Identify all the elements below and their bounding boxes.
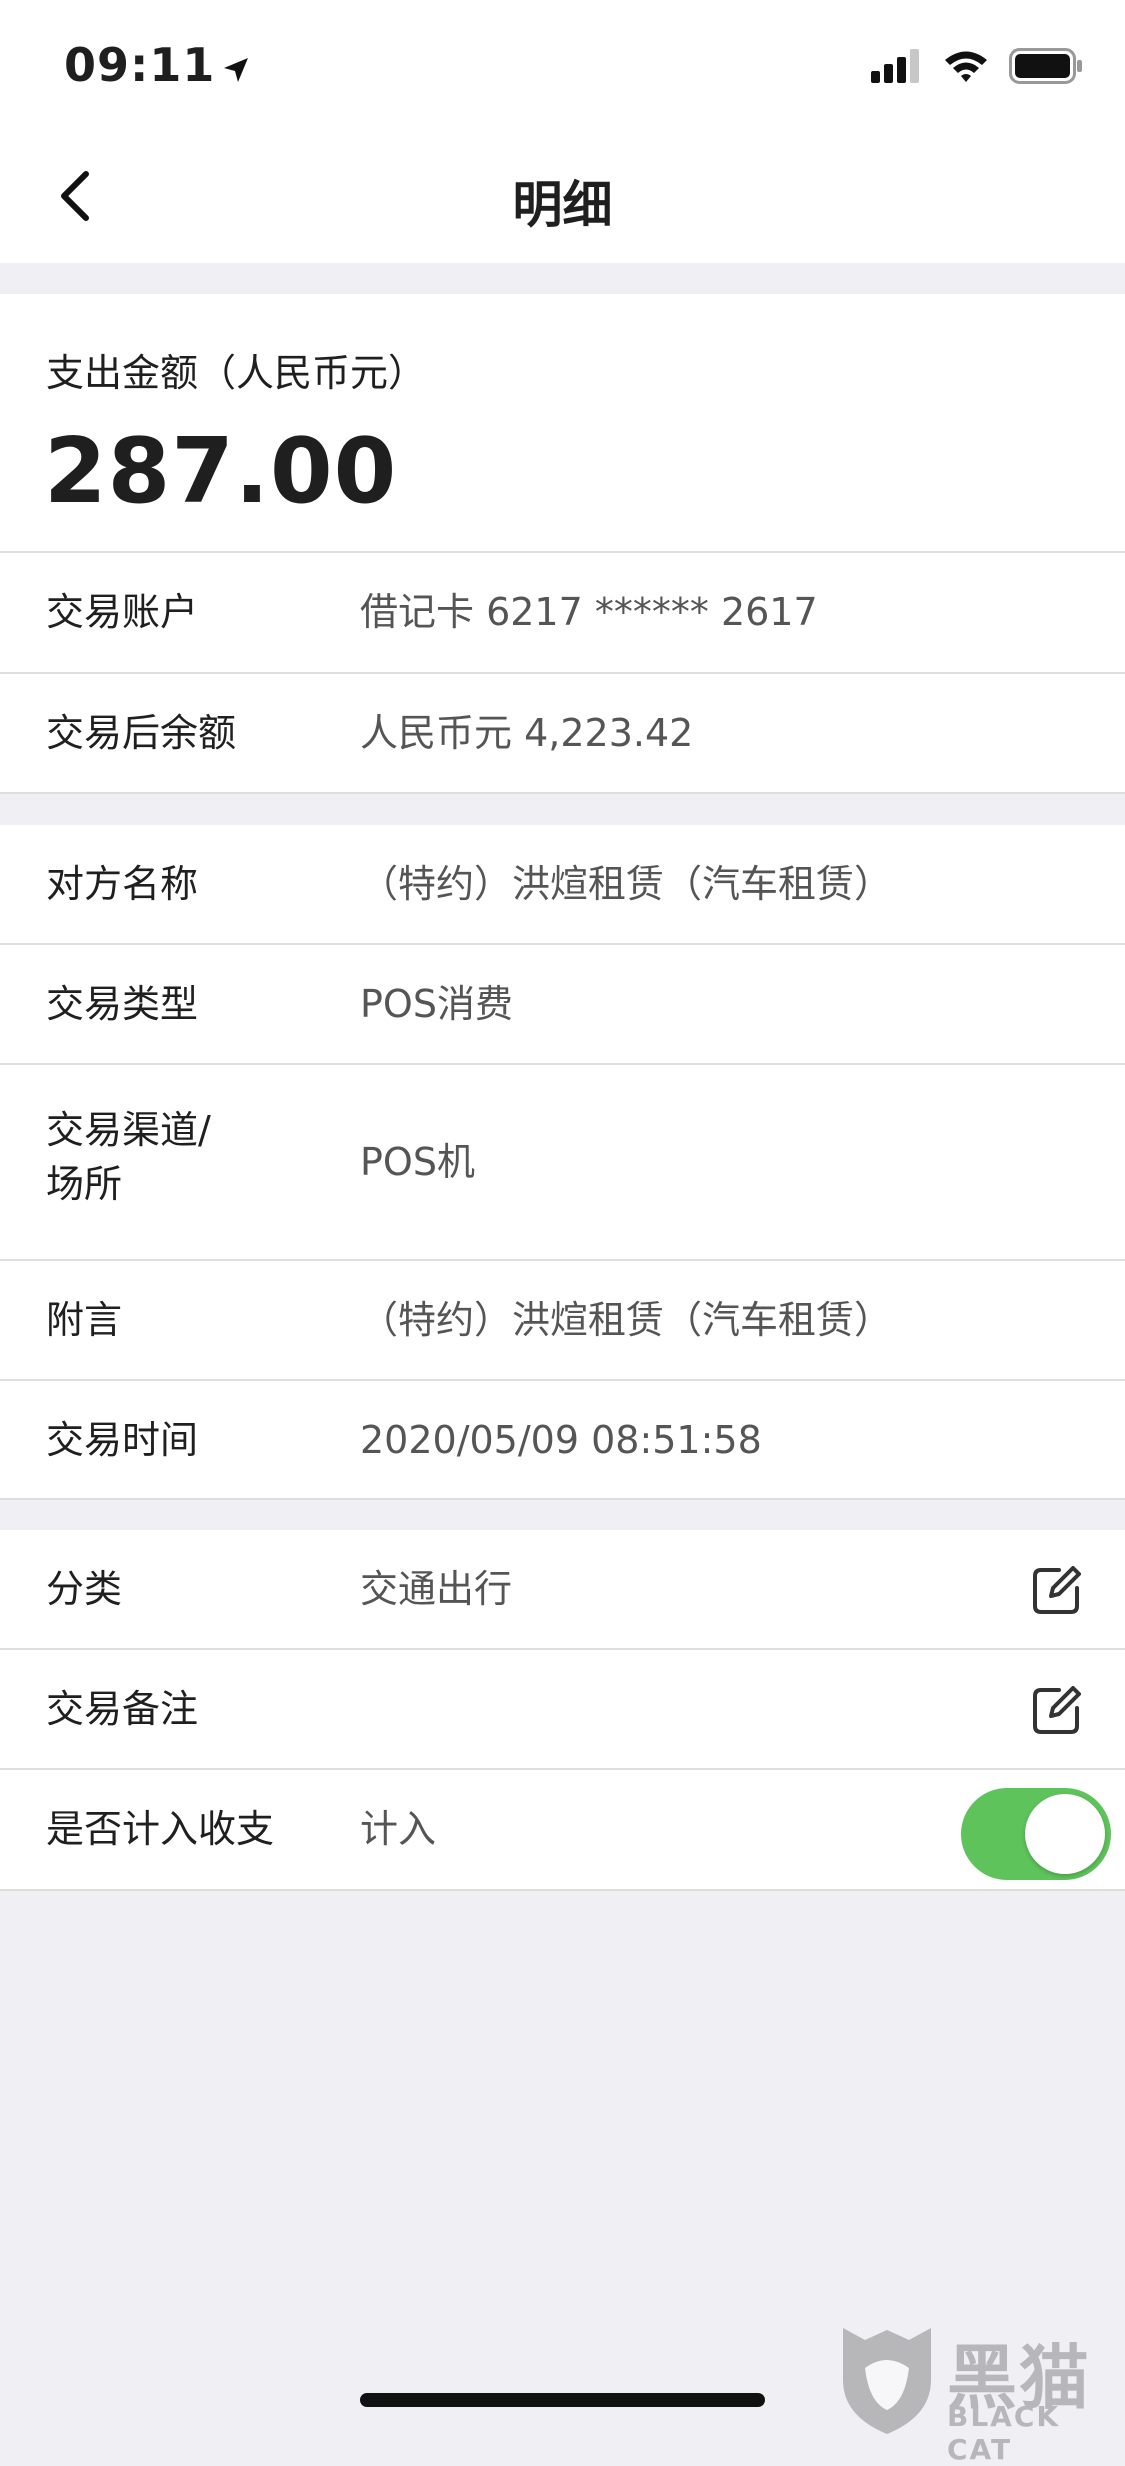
account-row: 交易账户 借记卡 6217 ****** 2617 (0, 553, 1125, 674)
row-value: 人民币元 4,223.42 (360, 711, 694, 755)
row-label: 交易渠道/ (46, 1108, 211, 1152)
row-value: 借记卡 6217 ****** 2617 (360, 590, 818, 634)
note-row[interactable]: 交易备注 (0, 1650, 1125, 1770)
page-title: 明细 (512, 176, 613, 234)
amount-row: 支出金额（人民币元） 287.00 (0, 294, 1125, 553)
amount-label: 支出金额（人民币元） (46, 351, 427, 395)
row-value: 计入 (360, 1807, 437, 1851)
row-label: 交易时间 (46, 1418, 199, 1462)
row-label: 交易备注 (46, 1687, 199, 1731)
status-icons (871, 48, 1083, 88)
memo-row: 附言 （特约）洪煊租赁（汽车租赁） (0, 1261, 1125, 1381)
row-label: 交易类型 (46, 982, 199, 1026)
category-section: 分类 交通出行 交易备注 是否计入收支 计入 (0, 1530, 1125, 1891)
row-label-line2: 场所 (46, 1162, 123, 1206)
toggle-knob (1025, 1794, 1105, 1874)
row-label: 对方名称 (46, 862, 199, 906)
row-value: （特约）洪煊租赁（汽车租赁） (360, 862, 893, 906)
edit-icon[interactable] (1029, 1562, 1085, 1618)
status-time: 09:11 (64, 38, 251, 96)
row-value: 交通出行 (360, 1567, 513, 1611)
amount-section: 支出金额（人民币元） 287.00 交易账户 借记卡 6217 ****** 2… (0, 294, 1125, 794)
nav-bar: 明细 (0, 135, 1125, 263)
row-value: POS机 (360, 1140, 475, 1184)
location-arrow-icon (221, 42, 251, 96)
row-label: 是否计入收支 (46, 1807, 275, 1851)
row-value: POS消费 (360, 982, 513, 1026)
counterparty-row: 对方名称 （特约）洪煊租赁（汽车租赁） (0, 825, 1125, 945)
include-toggle[interactable] (961, 1788, 1111, 1880)
cat-shield-icon (843, 2328, 931, 2434)
type-row: 交易类型 POS消费 (0, 945, 1125, 1065)
watermark-subtext: BLACK CAT (947, 2400, 1061, 2466)
watermark-logo: 黑猫 BLACK CAT (835, 2318, 1115, 2466)
row-label: 分类 (46, 1567, 123, 1611)
row-label: 附言 (46, 1298, 123, 1342)
home-indicator (360, 2393, 765, 2407)
category-row[interactable]: 分类 交通出行 (0, 1530, 1125, 1650)
time-row: 交易时间 2020/05/09 08:51:58 (0, 1381, 1125, 1500)
row-label: 交易账户 (46, 590, 199, 634)
row-label: 交易后余额 (46, 711, 237, 755)
amount-value: 287.00 (44, 419, 398, 524)
row-value: 2020/05/09 08:51:58 (360, 1418, 762, 1462)
wifi-icon (943, 49, 989, 87)
cellular-signal-icon (871, 49, 923, 87)
battery-icon (1009, 48, 1083, 88)
include-row: 是否计入收支 计入 (0, 1770, 1125, 1891)
status-bar: 09:11 (0, 0, 1125, 135)
balance-row: 交易后余额 人民币元 4,223.42 (0, 674, 1125, 794)
edit-icon[interactable] (1029, 1682, 1085, 1738)
row-value: （特约）洪煊租赁（汽车租赁） (360, 1298, 893, 1342)
detail-section: 对方名称 （特约）洪煊租赁（汽车租赁） 交易类型 POS消费 交易渠道/ 场所 … (0, 825, 1125, 1500)
channel-row: 交易渠道/ 场所 POS机 (0, 1065, 1125, 1261)
